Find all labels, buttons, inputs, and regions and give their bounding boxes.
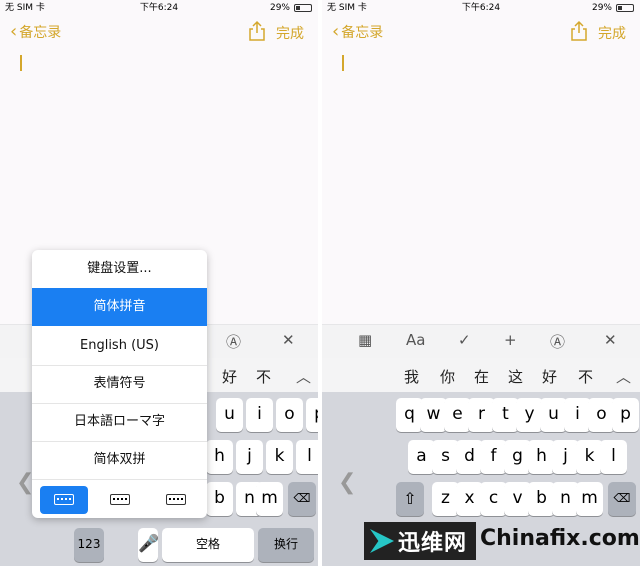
table-icon[interactable]: ▦ [358, 331, 372, 349]
share-icon[interactable] [248, 20, 266, 42]
numbers-key[interactable]: 123 [74, 528, 104, 562]
close-icon[interactable]: ✕ [604, 331, 617, 349]
microphone-icon[interactable]: 🎤 [138, 528, 159, 562]
watermark-cn: 迅维网 [398, 531, 468, 556]
markup-icon[interactable]: Ⓐ [226, 331, 241, 352]
key[interactable]: o [588, 398, 615, 432]
key[interactable]: i [564, 398, 591, 432]
key[interactable]: p [306, 398, 318, 432]
candidate-bar: 我 你 在 这 好 不 ︿ [322, 358, 640, 393]
menu-simplified-pinyin[interactable]: 简体拼音 [32, 288, 207, 326]
format-toolbar: ▦ Aa ✓ + Ⓐ ✕ [322, 324, 640, 358]
one-hand-left-icon[interactable]: ❮ [338, 470, 356, 495]
key[interactable]: o [276, 398, 303, 432]
key[interactable]: e [444, 398, 471, 432]
menu-keyboard-settings[interactable]: 键盘设置... [32, 250, 207, 289]
menu-simplified-shuangpin[interactable]: 简体双拼 [32, 441, 207, 480]
space-key[interactable]: 空格 [162, 528, 254, 562]
key[interactable]: w [420, 398, 447, 432]
key[interactable]: b [206, 482, 233, 516]
candidate[interactable]: 好 [222, 366, 237, 387]
full-keyboard-icon[interactable] [96, 486, 144, 514]
key[interactable]: x [456, 482, 483, 516]
back-label: 备忘录 [341, 25, 384, 41]
key[interactable]: d [456, 440, 483, 474]
add-icon[interactable]: + [504, 331, 517, 349]
return-key[interactable]: 换行 [258, 528, 314, 562]
candidate[interactable]: 这 [508, 366, 523, 387]
candidate[interactable]: 在 [474, 366, 489, 387]
text-cursor [20, 55, 22, 71]
markup-icon[interactable]: Ⓐ [550, 331, 565, 352]
back-button[interactable]: ‹ 备忘录 [10, 22, 61, 42]
key[interactable]: y [516, 398, 543, 432]
battery-percent: 29% [591, 3, 612, 13]
key[interactable]: n [552, 482, 579, 516]
key[interactable]: h [528, 440, 555, 474]
delete-key[interactable]: ⌫ [608, 482, 636, 516]
battery-icon [616, 4, 634, 12]
key[interactable]: v [504, 482, 531, 516]
chevron-left-icon: ‹ [332, 21, 340, 42]
shift-key[interactable]: ⇧ [396, 482, 424, 516]
menu-english-us[interactable]: English (US) [32, 327, 207, 366]
key[interactable]: b [528, 482, 555, 516]
text-format-icon[interactable]: Aa [406, 331, 425, 349]
key[interactable]: h [206, 440, 233, 474]
key[interactable]: u [540, 398, 567, 432]
key[interactable]: t [492, 398, 519, 432]
key[interactable]: a [408, 440, 435, 474]
candidate[interactable]: 不 [578, 366, 593, 387]
key[interactable]: k [576, 440, 603, 474]
key[interactable]: p [612, 398, 639, 432]
key[interactable]: m [576, 482, 603, 516]
right-screenshot: 无 SIM 卡 下午6:24 29% ‹ 备忘录 完成 ▦ Aa ✓ + Ⓐ ✕… [322, 0, 640, 566]
back-label: 备忘录 [19, 25, 62, 41]
left-screenshot: 无 SIM 卡 下午6:24 29% ‹ 备忘录 完成 Ⓐ ✕ 好 不 ︿ u … [0, 0, 318, 566]
watermark-logo: 迅维网 [364, 522, 476, 560]
key[interactable]: u [216, 398, 243, 432]
key[interactable]: c [480, 482, 507, 516]
watermark-en: Chinafix.com [480, 526, 640, 551]
checklist-icon[interactable]: ✓ [458, 331, 471, 349]
text-cursor [342, 55, 344, 71]
right-keyboard-icon[interactable] [152, 486, 200, 514]
candidate[interactable]: 我 [404, 366, 419, 387]
candidate[interactable]: 不 [256, 366, 271, 387]
status-bar: 无 SIM 卡 下午6:24 29% [0, 0, 318, 16]
key[interactable]: q [396, 398, 423, 432]
status-bar: 无 SIM 卡 下午6:24 29% [322, 0, 640, 16]
menu-emoji[interactable]: 表情符号 [32, 365, 207, 404]
key[interactable]: l [600, 440, 627, 474]
key[interactable]: k [266, 440, 293, 474]
share-icon[interactable] [570, 20, 588, 42]
candidate[interactable]: 你 [440, 366, 455, 387]
key[interactable]: g [504, 440, 531, 474]
key[interactable]: j [552, 440, 579, 474]
chevron-up-icon[interactable]: ︿ [616, 366, 631, 387]
chevron-up-icon[interactable]: ︿ [296, 366, 311, 387]
key[interactable]: f [480, 440, 507, 474]
battery-percent: 29% [269, 3, 290, 13]
key[interactable]: s [432, 440, 459, 474]
battery-icon [294, 4, 312, 12]
close-icon[interactable]: ✕ [282, 331, 295, 349]
key[interactable]: z [432, 482, 459, 516]
key[interactable]: i [246, 398, 273, 432]
left-keyboard-icon[interactable] [40, 486, 88, 514]
keyboard-switcher-menu: 键盘设置... 简体拼音 English (US) 表情符号 日本語ローマ字 简… [32, 250, 207, 518]
back-button[interactable]: ‹ 备忘录 [332, 22, 383, 42]
key[interactable]: l [296, 440, 318, 474]
candidate[interactable]: 好 [542, 366, 557, 387]
done-button[interactable]: 完成 [598, 23, 626, 43]
chevron-left-icon: ‹ [10, 21, 18, 42]
menu-japanese-romaji[interactable]: 日本語ローマ字 [32, 403, 207, 442]
key[interactable]: j [236, 440, 263, 474]
arrow-logo-icon [370, 529, 394, 553]
delete-key[interactable]: ⌫ [288, 482, 316, 516]
key[interactable]: m [256, 482, 283, 516]
key[interactable]: r [468, 398, 495, 432]
done-button[interactable]: 完成 [276, 23, 304, 43]
